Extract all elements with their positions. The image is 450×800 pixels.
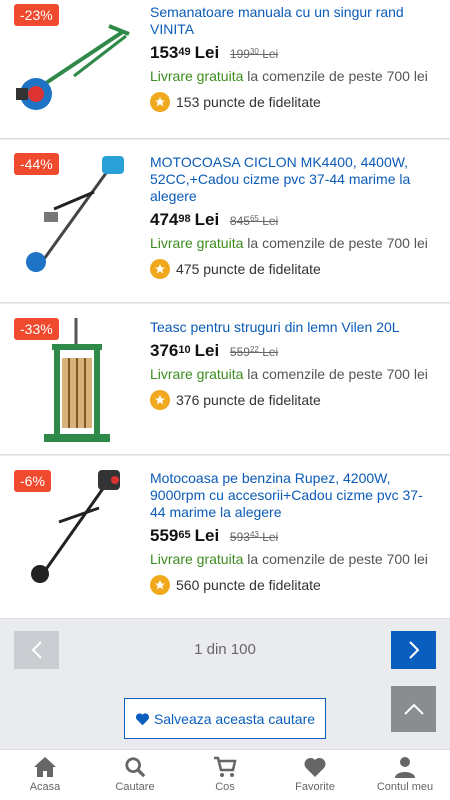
price-decimals: 98 xyxy=(178,213,191,225)
nav-cart[interactable]: Cos xyxy=(180,750,270,800)
next-page-button[interactable] xyxy=(391,631,436,669)
nav-home-label: Acasa xyxy=(29,781,61,793)
nav-search[interactable]: Cautare xyxy=(90,750,180,800)
product-card[interactable]: -44% MOTOCOASA CICLON MK4400, 4400W, 52C… xyxy=(0,140,450,303)
product-info: Teasc pentru struguri din lemn Vilen 20L… xyxy=(150,319,436,410)
discount-badge: -23% xyxy=(14,4,59,26)
old-price: 55922 Lei xyxy=(229,345,279,359)
star-icon xyxy=(150,575,170,595)
loyalty-points: 560 puncte de fidelitate xyxy=(150,575,436,595)
product-title[interactable]: Teasc pentru struguri din lemn Vilen 20L xyxy=(150,319,436,336)
price-decimals: 10 xyxy=(178,344,191,356)
price-currency: Lei xyxy=(194,341,220,360)
scroll-to-top-button[interactable] xyxy=(391,686,436,732)
product-info: Motocoasa pe benzina Rupez, 4200W, 9000r… xyxy=(150,470,436,595)
price-currency: Lei xyxy=(194,43,220,62)
price: 47498 Lei 84565 Lei xyxy=(150,210,436,231)
save-search-button[interactable]: Salveaza aceasta cautare xyxy=(124,698,326,739)
product-title[interactable]: Semanatoare manuala cu un singur rand VI… xyxy=(150,4,436,38)
product-info: Semanatoare manuala cu un singur rand VI… xyxy=(150,4,436,112)
search-icon xyxy=(125,757,146,778)
old-price: 19930 Lei xyxy=(229,47,279,61)
cart-icon xyxy=(214,756,237,777)
product-card[interactable]: -23% Semanatoare manuala cu un singur ra… xyxy=(0,0,450,139)
loyalty-points: 376 puncte de fidelitate xyxy=(150,390,436,410)
user-icon xyxy=(395,757,415,778)
pagination: 1 din 100 xyxy=(14,631,436,669)
bottom-navigation: Acasa Cautare Cos Favorite Contul meu xyxy=(0,749,450,800)
price-currency: Lei xyxy=(194,526,220,545)
save-search-label: Salveaza aceasta cautare xyxy=(153,710,316,727)
product-title[interactable]: Motocoasa pe benzina Rupez, 4200W, 9000r… xyxy=(150,470,436,521)
price-integer: 376 xyxy=(150,341,179,360)
chevron-right-icon xyxy=(408,641,419,659)
discount-badge: -33% xyxy=(14,318,59,340)
price: 15349 Lei 19930 Lei xyxy=(150,43,436,64)
old-price: 84565 Lei xyxy=(229,214,279,228)
shipping-info: Livrare gratuita la comenzile de peste 7… xyxy=(150,366,428,382)
shipping-info: Livrare gratuita la comenzile de peste 7… xyxy=(150,235,428,251)
price: 37610 Lei 55922 Lei xyxy=(150,341,436,362)
loyalty-points: 153 puncte de fidelitate xyxy=(150,92,436,112)
old-price: 59343 Lei xyxy=(229,530,279,544)
product-card[interactable]: -33% Teasc pentru struguri din lemn Vile… xyxy=(0,304,450,455)
price-decimals: 65 xyxy=(178,529,191,541)
price-integer: 559 xyxy=(150,526,179,545)
product-card[interactable]: -6% Motocoasa pe benzina Rupez, 4200W, 9… xyxy=(0,456,450,619)
nav-search-label: Cautare xyxy=(115,781,155,793)
star-icon xyxy=(150,259,170,279)
shipping-info: Livrare gratuita la comenzile de peste 7… xyxy=(150,68,428,84)
loyalty-points: 475 puncte de fidelitate xyxy=(150,259,436,279)
nav-home[interactable]: Acasa xyxy=(0,750,90,800)
heart-icon xyxy=(135,712,150,725)
price-integer: 153 xyxy=(150,43,179,62)
star-icon xyxy=(150,92,170,112)
product-info: MOTOCOASA CICLON MK4400, 4400W, 52CC,+Ca… xyxy=(150,154,436,279)
product-title[interactable]: MOTOCOASA CICLON MK4400, 4400W, 52CC,+Ca… xyxy=(150,154,436,205)
nav-favorites[interactable]: Favorite xyxy=(270,750,360,800)
star-icon xyxy=(150,390,170,410)
discount-badge: -44% xyxy=(14,153,59,175)
price: 55965 Lei 59343 Lei xyxy=(150,526,436,547)
chevron-up-icon xyxy=(403,703,424,715)
price-integer: 474 xyxy=(150,210,179,229)
shipping-info: Livrare gratuita la comenzile de peste 7… xyxy=(150,551,428,567)
discount-badge: -6% xyxy=(14,470,51,492)
nav-account-label: Contul meu xyxy=(376,781,434,793)
heart-icon xyxy=(304,757,326,777)
nav-account[interactable]: Contul meu xyxy=(360,750,450,800)
nav-favorites-label: Favorite xyxy=(295,781,335,793)
price-decimals: 49 xyxy=(178,46,191,58)
price-currency: Lei xyxy=(194,210,220,229)
page-indicator: 1 din 100 xyxy=(194,641,256,658)
nav-cart-label: Cos xyxy=(215,781,235,793)
home-icon xyxy=(34,757,56,777)
